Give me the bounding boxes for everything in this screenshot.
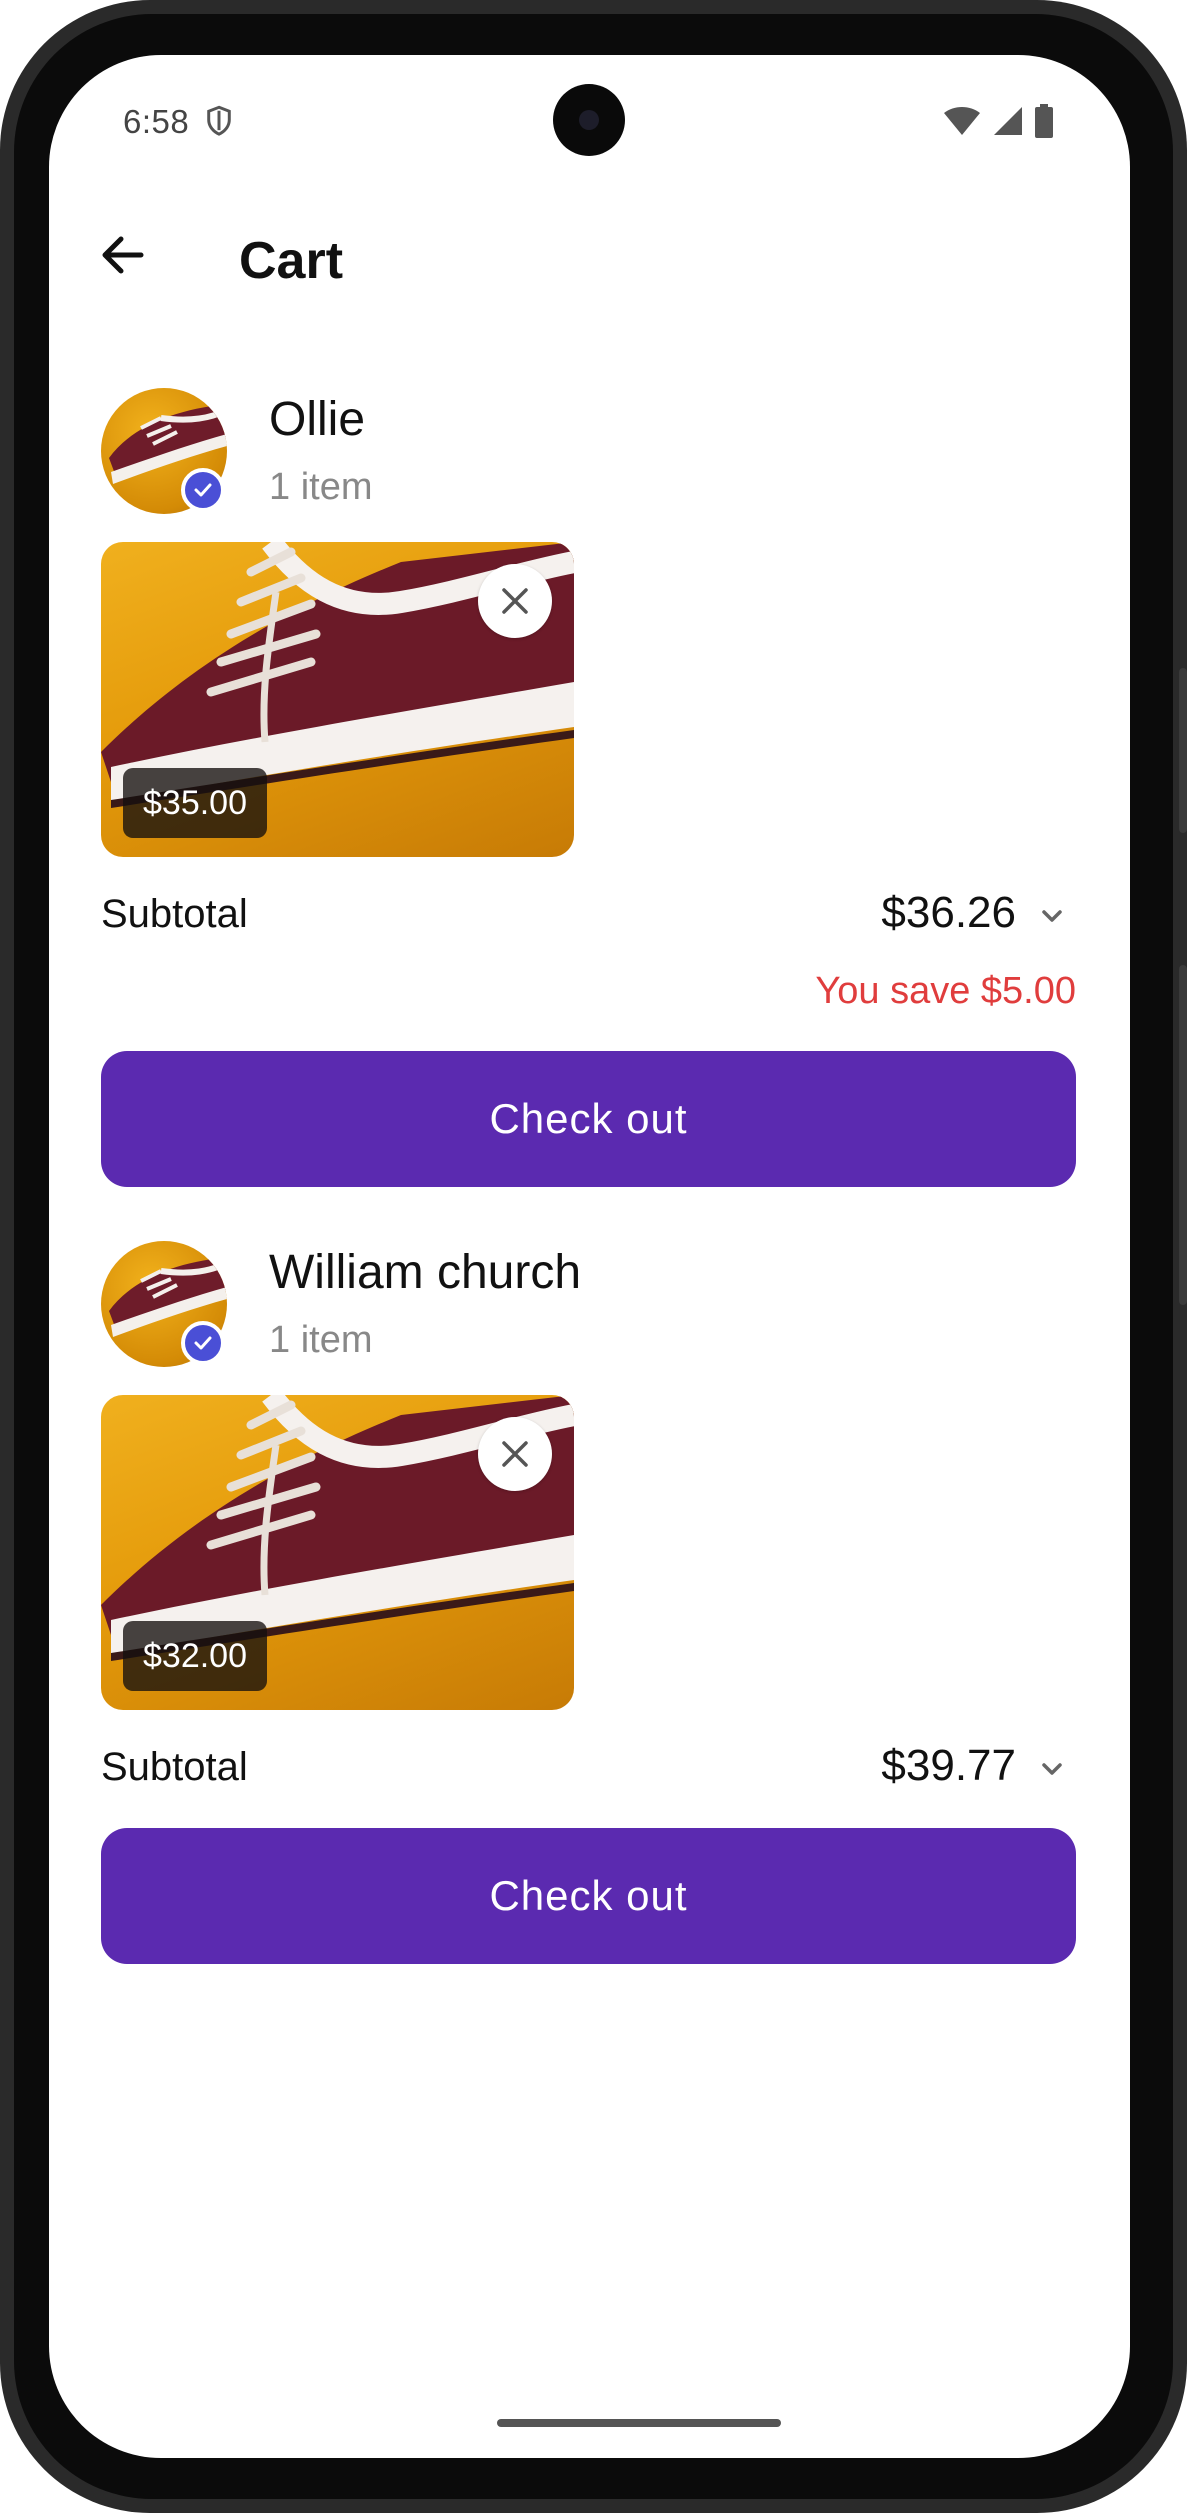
wifi-icon: [944, 107, 980, 135]
power-button: [1179, 668, 1187, 833]
subtotal-label: Subtotal: [101, 892, 248, 936]
item-count: 1 item: [269, 1319, 373, 1361]
remove-item-button[interactable]: [478, 1417, 552, 1491]
volume-button: [1179, 965, 1187, 1305]
shield-icon: [207, 105, 231, 136]
store-name[interactable]: Ollie: [269, 392, 365, 447]
product-card[interactable]: $35.00: [101, 542, 574, 857]
store-section: Ollie 1 item $35.00 Subtotal $36.26 You …: [101, 388, 1076, 1248]
subtotal-value: $39.77: [881, 1741, 1016, 1790]
verified-icon: [181, 1321, 225, 1365]
store-name[interactable]: William church: [269, 1245, 581, 1300]
battery-icon: [1035, 104, 1053, 138]
back-arrow-icon[interactable]: [93, 225, 153, 285]
savings-text: You save $5.00: [815, 970, 1076, 1012]
product-card[interactable]: $32.00: [101, 1395, 574, 1710]
item-count: 1 item: [269, 466, 373, 508]
front-camera: [553, 84, 625, 156]
subtotal-value: $36.26: [881, 888, 1016, 937]
subtotal-label: Subtotal: [101, 1745, 248, 1789]
close-icon: [502, 1441, 528, 1467]
item-price-tag: $35.00: [123, 768, 267, 838]
chevron-down-icon[interactable]: [1032, 1749, 1072, 1789]
store-avatar[interactable]: [101, 1241, 227, 1367]
screen: 6:58 Cart Ollie 1 item $35.00 Subtotal $…: [49, 55, 1130, 2458]
verified-icon: [181, 468, 225, 512]
remove-item-button[interactable]: [478, 564, 552, 638]
store-avatar[interactable]: [101, 388, 227, 514]
chevron-down-icon[interactable]: [1032, 896, 1072, 936]
item-price-tag: $32.00: [123, 1621, 267, 1691]
page-title: Cart: [239, 232, 344, 290]
checkout-button[interactable]: Check out: [101, 1828, 1076, 1964]
close-icon: [502, 588, 528, 614]
home-indicator[interactable]: [497, 2419, 781, 2427]
phone-frame: 6:58 Cart Ollie 1 item $35.00 Subtotal $…: [0, 0, 1187, 2513]
signal-icon: [994, 107, 1022, 135]
status-icons: [942, 103, 1054, 139]
status-time: 6:58: [123, 103, 190, 140]
store-section: William church 1 item $32.00 Subtotal $3…: [101, 1241, 1076, 2041]
checkout-button[interactable]: Check out: [101, 1051, 1076, 1187]
